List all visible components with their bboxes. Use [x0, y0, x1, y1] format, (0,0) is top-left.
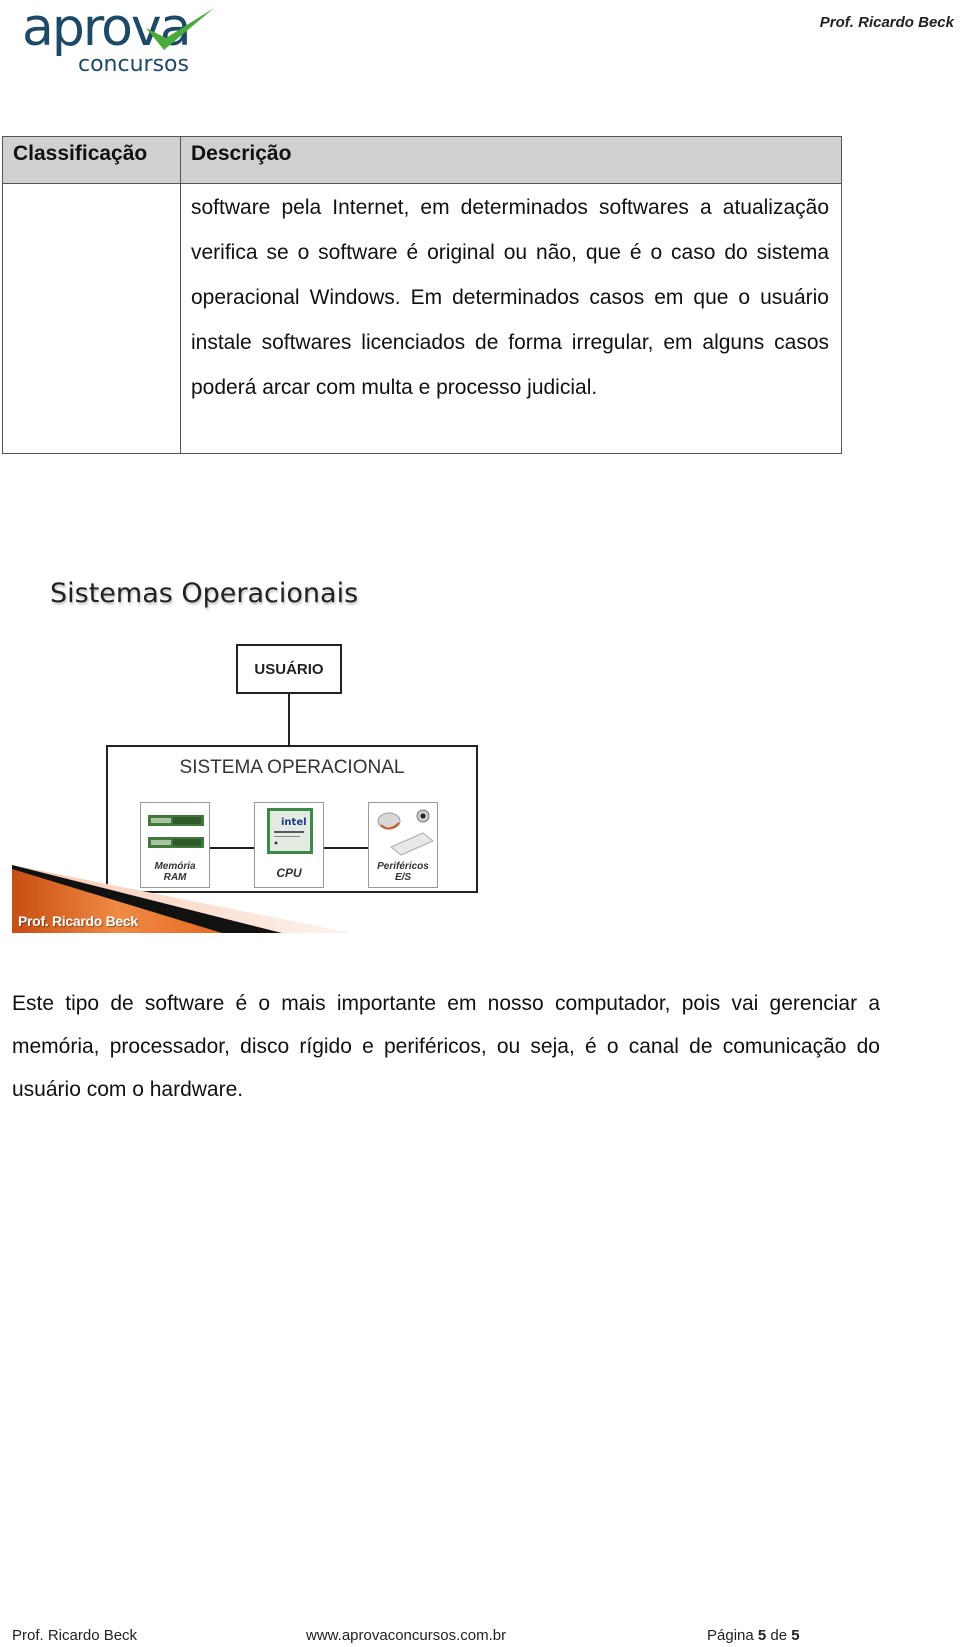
table-row: software pela Internet, em determinados …: [2, 183, 842, 454]
user-box: USUÁRIO: [236, 644, 342, 694]
classification-table: Classificação Descrição software pela In…: [2, 136, 842, 454]
banner-text: Prof. Ricardo Beck: [18, 913, 138, 929]
footer-author: Prof. Ricardo Beck: [12, 1627, 138, 1644]
os-box-title: SISTEMA OPERACIONAL: [179, 757, 405, 778]
peripherals-icon: [377, 809, 434, 856]
current-page: 5: [757, 1627, 767, 1644]
figure-title: Sistemas Operacionais: [50, 578, 359, 609]
ram-memory-icon: [148, 815, 204, 848]
column-header-descricao: Descrição: [180, 136, 842, 184]
footer-page-number: Página 5 de 5: [707, 1627, 800, 1644]
body-paragraph: Este tipo de software é o mais important…: [12, 992, 880, 1101]
cell-descricao: software pela Internet, em determinados …: [180, 183, 842, 454]
description-text: software pela Internet, em determinados …: [191, 196, 829, 399]
connector-line: [210, 847, 254, 849]
column-header-classificacao: Classificação: [2, 136, 181, 184]
component-label: Periféricos E/S: [377, 861, 429, 883]
checkmark-icon: [146, 8, 214, 50]
connector-line: [288, 694, 290, 746]
connector-line: [324, 847, 368, 849]
logo-subtitle: concursos: [78, 52, 189, 77]
header-author: Prof. Ricardo Beck: [819, 14, 954, 31]
footer-website-link[interactable]: www.aprovaconcursos.com.br: [306, 1627, 506, 1644]
total-pages: 5: [791, 1627, 800, 1644]
aprova-concursos-logo: aprova concursos: [22, 0, 214, 77]
os-diagram-figure: Sistemas Operacionais USUÁRIO SISTEMA OP…: [12, 560, 482, 980]
table-header-row: Classificação Descrição: [2, 136, 842, 184]
author-banner: Prof. Ricardo Beck: [12, 865, 352, 933]
cell-classificacao: [2, 183, 181, 454]
component-peripherals: Periféricos E/S: [368, 802, 438, 888]
svg-text:intel: intel: [281, 817, 307, 828]
cpu-chip-icon: intel: [267, 808, 313, 854]
